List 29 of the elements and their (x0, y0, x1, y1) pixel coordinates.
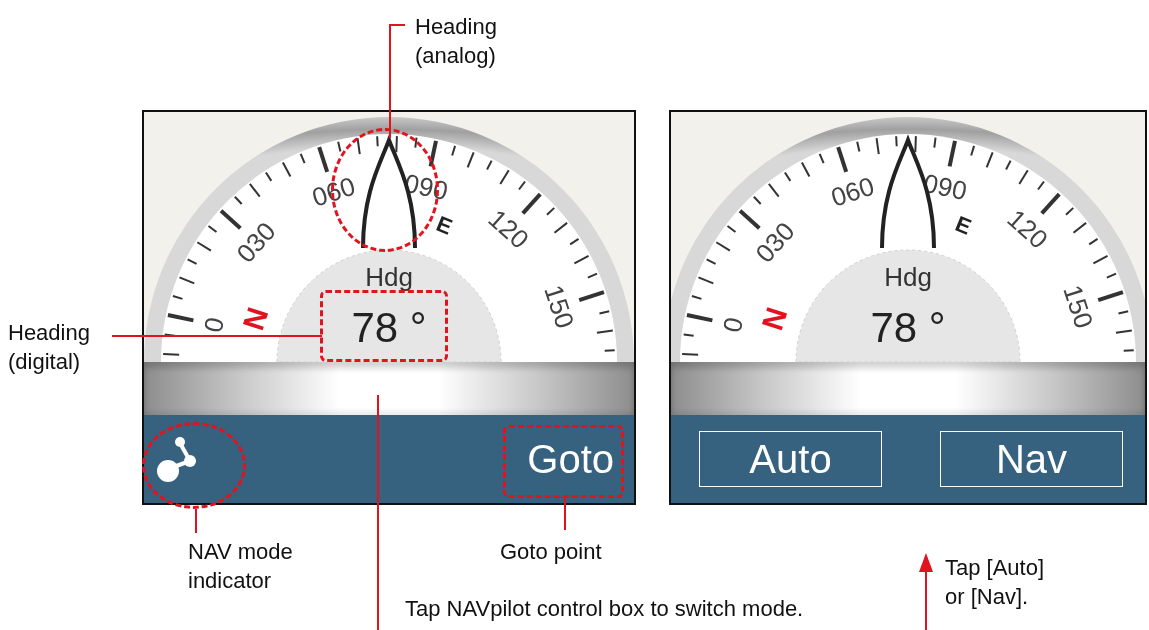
east-marker: E (951, 210, 975, 240)
goto-button[interactable]: Goto (521, 432, 620, 486)
heading-label: Hdg (365, 262, 413, 292)
leader-line (195, 508, 197, 534)
scale-label: 030 (230, 216, 282, 269)
heading-label: Hdg (884, 262, 932, 292)
mode-button[interactable]: Nav (940, 431, 1123, 487)
scale-label: 120 (482, 203, 535, 255)
scale-label: 0 (197, 314, 231, 335)
heading-value: 78 ° (351, 304, 427, 351)
callout-label: Goto point (500, 538, 603, 566)
scale-label: 150 (538, 281, 581, 332)
north-marker: N (755, 303, 794, 334)
scale-label: 150 (1057, 281, 1100, 332)
scale-label: 120 (1001, 203, 1054, 255)
scale-label: 030 (749, 216, 801, 269)
mode-button[interactable]: Auto (699, 431, 882, 487)
north-marker: N (236, 303, 275, 334)
scale-label: 060 (827, 170, 878, 213)
callout-label: NAV mode indicator (188, 538, 294, 595)
east-marker: E (432, 210, 456, 240)
callout-label: Tap [Auto] or [Nav]. (945, 554, 1046, 611)
scale-label: 0 (716, 314, 750, 335)
scale-label: 060 (308, 170, 359, 213)
callout-label: Heading (digital) (8, 319, 91, 376)
callout-label: Tap NAVpilot control box to switch mode. (405, 595, 805, 623)
callout-label: Heading (analog) (415, 13, 498, 70)
leader-line (564, 497, 566, 531)
heading-value: 78 ° (870, 304, 946, 351)
